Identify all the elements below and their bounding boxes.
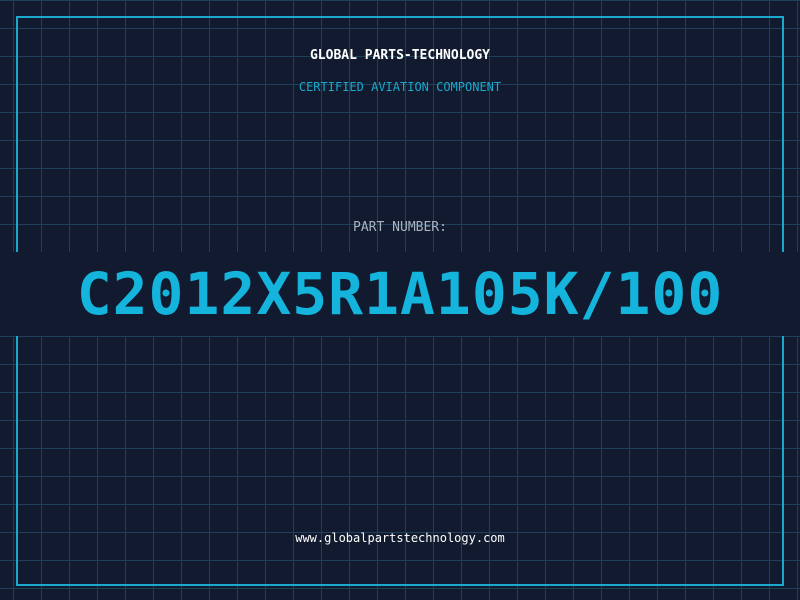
part-number-band: C2012X5R1A105K/100 xyxy=(0,252,800,336)
part-number-value: C2012X5R1A105K/100 xyxy=(76,260,724,328)
page: { "header": { "company": "GLOBAL PARTS-T… xyxy=(0,0,800,600)
company-name: GLOBAL PARTS-TECHNOLOGY xyxy=(309,48,490,63)
website-url[interactable]: www.globalpartstechnology.com xyxy=(0,531,800,545)
part-number-label: PART NUMBER: xyxy=(353,220,447,235)
certification-tagline: CERTIFIED AVIATION COMPONENT xyxy=(298,80,502,94)
